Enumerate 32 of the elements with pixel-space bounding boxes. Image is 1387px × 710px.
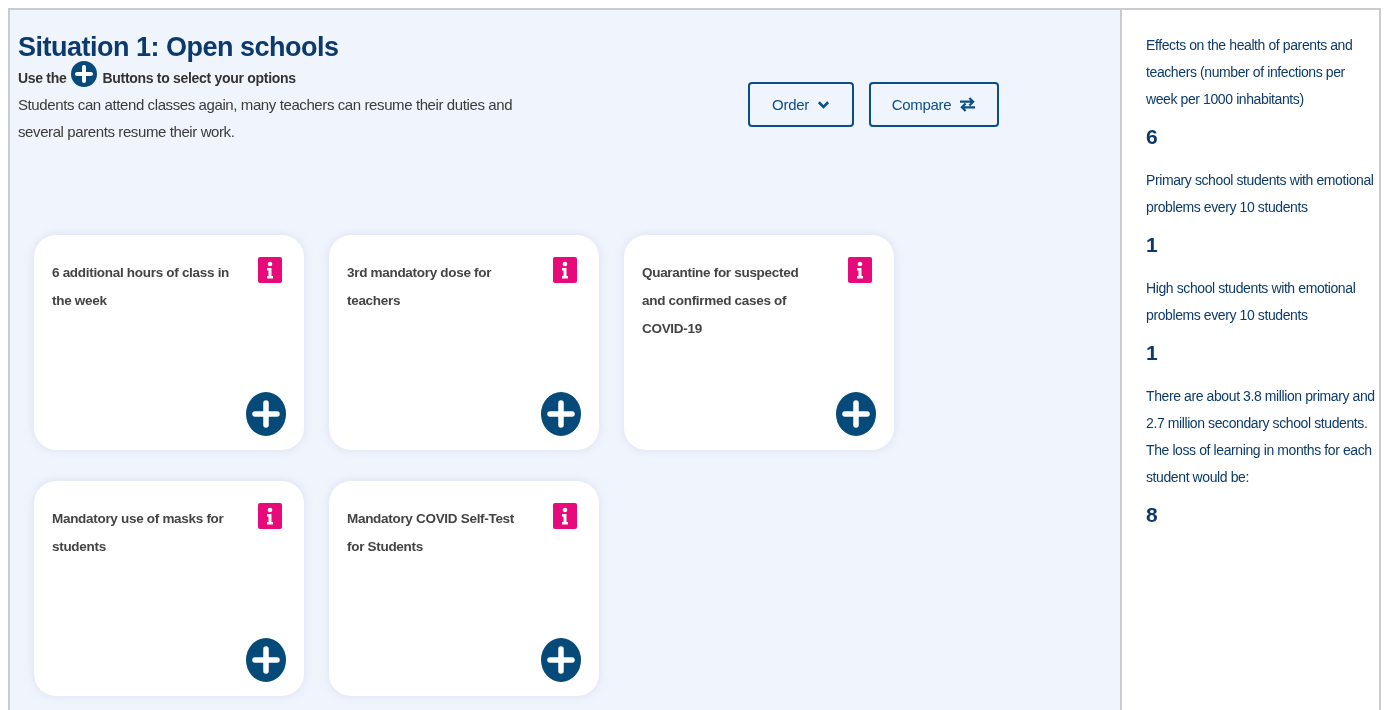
info-icon[interactable] [258, 257, 282, 283]
option-title: 3rd mandatory dose for teachers [347, 264, 493, 310]
page-title: Situation 1: Open schools [18, 32, 340, 63]
info-icon[interactable] [553, 257, 577, 283]
effect-label: High school students with emotional problems every 10 students [1146, 279, 1357, 325]
info-icon[interactable] [258, 503, 282, 529]
info-icon[interactable] [848, 257, 872, 283]
effect-value: 6 [1146, 125, 1159, 149]
option-title: Mandatory COVID Self-Test for Students [347, 510, 516, 556]
description-text: Students can attend classes again, many teachers can resume their duties and several parents resume their work. [18, 95, 514, 142]
plus-icon [71, 61, 98, 87]
add-button[interactable] [541, 392, 581, 436]
effect-value: 1 [1146, 341, 1159, 365]
add-button[interactable] [541, 638, 581, 682]
toolbar-button[interactable]: Compare [869, 82, 999, 127]
effect-label: Effects on the health of parents and teachers (number of infections per week per 1000 inhabitants) [1146, 36, 1354, 109]
add-button[interactable] [246, 638, 286, 682]
toolbar-button[interactable]: Order [748, 82, 854, 127]
effect-value: 8 [1146, 503, 1159, 527]
instruction-text: Buttons to select your options [102, 70, 296, 86]
chevron-down-icon [816, 99, 830, 110]
effect-label: Primary school students with emotional problems every 10 students [1146, 171, 1375, 217]
instruction-text: Use the [18, 70, 67, 86]
swap-arrows-icon [959, 97, 977, 112]
option-title: Quarantine for suspected and confirmed cases of COVID-19 [642, 264, 800, 338]
add-button[interactable] [246, 392, 286, 436]
option-title: 6 additional hours of class in the week [52, 264, 231, 310]
effect-value: 1 [1146, 233, 1159, 257]
option-title: Mandatory use of masks for students [52, 510, 225, 556]
add-button[interactable] [836, 392, 876, 436]
effect-label: There are about 3.8 million primary and 2.7 million secondary school students. The loss of learning in months for each student would be: [1146, 387, 1375, 487]
info-icon[interactable] [553, 503, 577, 529]
